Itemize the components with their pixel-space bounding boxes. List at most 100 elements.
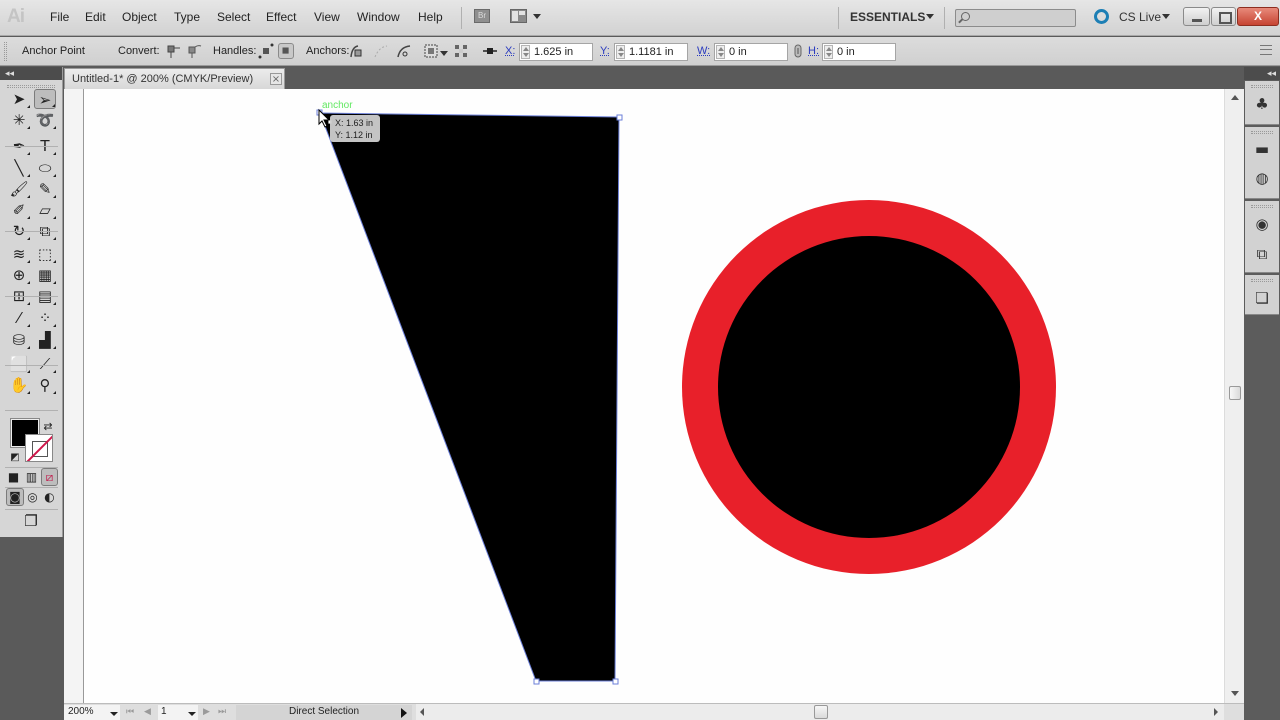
cs-live-menu[interactable]: CS Live (1119, 10, 1161, 24)
horizontal-scrollbar[interactable] (416, 704, 1224, 720)
h-stepper[interactable] (824, 45, 833, 59)
y-stepper[interactable] (616, 45, 625, 59)
scroll-right-icon[interactable] (1214, 708, 1218, 716)
arrange-dropdown-icon[interactable] (533, 14, 541, 19)
arrange-documents-button[interactable] (510, 9, 527, 23)
dock-group-grip[interactable] (1251, 279, 1273, 282)
line-segment-tool[interactable]: ╲ (8, 158, 30, 178)
eyedropper-tool[interactable]: ⁄ (8, 308, 30, 328)
menu-window[interactable]: Window (357, 10, 400, 24)
show-handles-icon[interactable] (258, 43, 274, 59)
previous-artboard-button[interactable]: ◀ (144, 707, 151, 717)
w-field[interactable] (714, 43, 788, 61)
draw-normal-icon[interactable]: ◙ (6, 488, 24, 506)
layers-panel-icon[interactable]: ❏ (1253, 289, 1271, 307)
blob-brush-tool[interactable]: ✐ (8, 200, 30, 220)
control-panel-menu-icon[interactable] (1260, 45, 1272, 55)
swap-fill-stroke-icon[interactable]: ⇄ (40, 417, 56, 437)
shape-builder-tool[interactable]: ⊕ (8, 265, 30, 285)
connect-anchors-icon[interactable] (373, 43, 389, 59)
scroll-left-icon[interactable] (420, 708, 424, 716)
w-input[interactable] (729, 45, 785, 59)
x-stepper[interactable] (521, 45, 530, 59)
vertical-scroll-thumb[interactable] (1229, 386, 1241, 400)
cs-live-icon[interactable] (1094, 9, 1109, 24)
artboard[interactable] (85, 89, 1223, 703)
artboard-dropdown-icon[interactable] (188, 712, 196, 716)
first-artboard-button[interactable]: ⏮ (126, 707, 134, 717)
magic-wand-tool[interactable]: ✳ (8, 110, 30, 130)
search-field[interactable] (955, 9, 1076, 27)
menu-effect[interactable]: Effect (266, 10, 296, 24)
tools-panel-grip[interactable] (7, 85, 55, 88)
menu-file[interactable]: File (50, 10, 69, 24)
close-button[interactable]: X (1237, 7, 1279, 26)
draw-inside-icon[interactable]: ◐ (41, 487, 58, 507)
appearance-panel-icon[interactable]: ◉ (1253, 215, 1271, 233)
workspace-dropdown-icon[interactable] (926, 14, 934, 19)
zoom-tool[interactable]: ⚲ (34, 375, 56, 395)
h-input[interactable] (837, 45, 893, 59)
ellipse-tool[interactable]: ⬭ (34, 158, 56, 178)
hand-tool[interactable]: ✋ (8, 375, 30, 395)
y-input[interactable] (629, 45, 685, 59)
lasso-tool[interactable]: ➰ (34, 110, 56, 130)
direct-selection-tool[interactable]: ➢ (34, 89, 56, 109)
scroll-up-icon[interactable] (1231, 95, 1239, 100)
menu-type[interactable]: Type (174, 10, 200, 24)
gradient-panel-icon[interactable]: ▬ (1253, 140, 1271, 158)
artboard-tool[interactable]: ⬜ (8, 354, 30, 374)
reference-point-icon[interactable] (482, 43, 498, 59)
status-menu-icon[interactable] (401, 708, 407, 718)
perspective-grid-tool[interactable]: ▦ (34, 265, 56, 285)
free-transform-tool[interactable]: ⬚ (34, 244, 56, 264)
next-artboard-button[interactable]: ▶ (203, 707, 210, 717)
draw-behind-icon[interactable]: ◎ (24, 487, 41, 507)
remove-anchor-icon[interactable] (349, 43, 365, 59)
screen-mode-icon[interactable]: ❐ (20, 511, 42, 531)
selection-tool[interactable]: ➤ (8, 89, 30, 109)
warp-tool[interactable]: ≋ (8, 244, 30, 264)
menu-help[interactable]: Help (418, 10, 443, 24)
scroll-down-icon[interactable] (1231, 691, 1239, 696)
none-mode-icon[interactable]: ⧄ (41, 468, 58, 486)
dock-group-grip[interactable] (1251, 131, 1273, 134)
maximize-button[interactable] (1211, 7, 1236, 26)
isolate-icon[interactable] (423, 43, 439, 59)
paintbrush-tool[interactable]: 🖌 (8, 179, 30, 199)
symbol-sprayer-tool[interactable]: ⛁ (8, 330, 30, 350)
vertical-scrollbar[interactable] (1224, 89, 1244, 703)
blend-tool[interactable]: ⁘ (34, 308, 56, 328)
dock-group-grip[interactable] (1251, 85, 1273, 88)
slice-tool[interactable]: ⟋ (34, 354, 56, 374)
menu-select[interactable]: Select (217, 10, 250, 24)
control-bar-grip[interactable] (4, 42, 7, 61)
x-input[interactable] (534, 45, 590, 59)
pencil-tool[interactable]: ✎ (34, 179, 56, 199)
default-colors-icon[interactable]: ◩ (9, 448, 21, 468)
hide-handles-icon[interactable] (278, 43, 294, 59)
w-stepper[interactable] (716, 45, 725, 59)
cs-live-dropdown-icon[interactable] (1162, 14, 1170, 19)
status-text[interactable]: Direct Selection (236, 705, 412, 720)
color-mode-icon[interactable]: ■ (5, 467, 22, 487)
transparency-panel-icon[interactable]: ◍ (1253, 169, 1271, 187)
bridge-button[interactable]: Br (474, 9, 490, 23)
y-field[interactable] (614, 43, 688, 61)
last-artboard-button[interactable]: ⏭ (218, 707, 226, 717)
menu-view[interactable]: View (314, 10, 340, 24)
gradient-mode-icon[interactable]: ▥ (23, 467, 40, 487)
stroke-color-swatch[interactable] (25, 434, 53, 462)
symbols-panel-icon[interactable]: ♣ (1253, 95, 1271, 113)
isolate-dropdown-icon[interactable] (440, 51, 448, 56)
column-graph-tool[interactable]: ▟ (34, 330, 56, 350)
horizontal-scroll-thumb[interactable] (814, 705, 828, 719)
zoom-dropdown-icon[interactable] (110, 712, 118, 716)
graphic-styles-panel-icon[interactable]: ⧉ (1253, 245, 1271, 263)
canvas-area[interactable] (64, 89, 1244, 703)
menu-edit[interactable]: Edit (85, 10, 106, 24)
transform-icon[interactable] (453, 43, 469, 59)
dock-group-grip[interactable] (1251, 205, 1273, 208)
constrain-proportions-icon[interactable] (790, 43, 806, 59)
h-field[interactable] (822, 43, 896, 61)
